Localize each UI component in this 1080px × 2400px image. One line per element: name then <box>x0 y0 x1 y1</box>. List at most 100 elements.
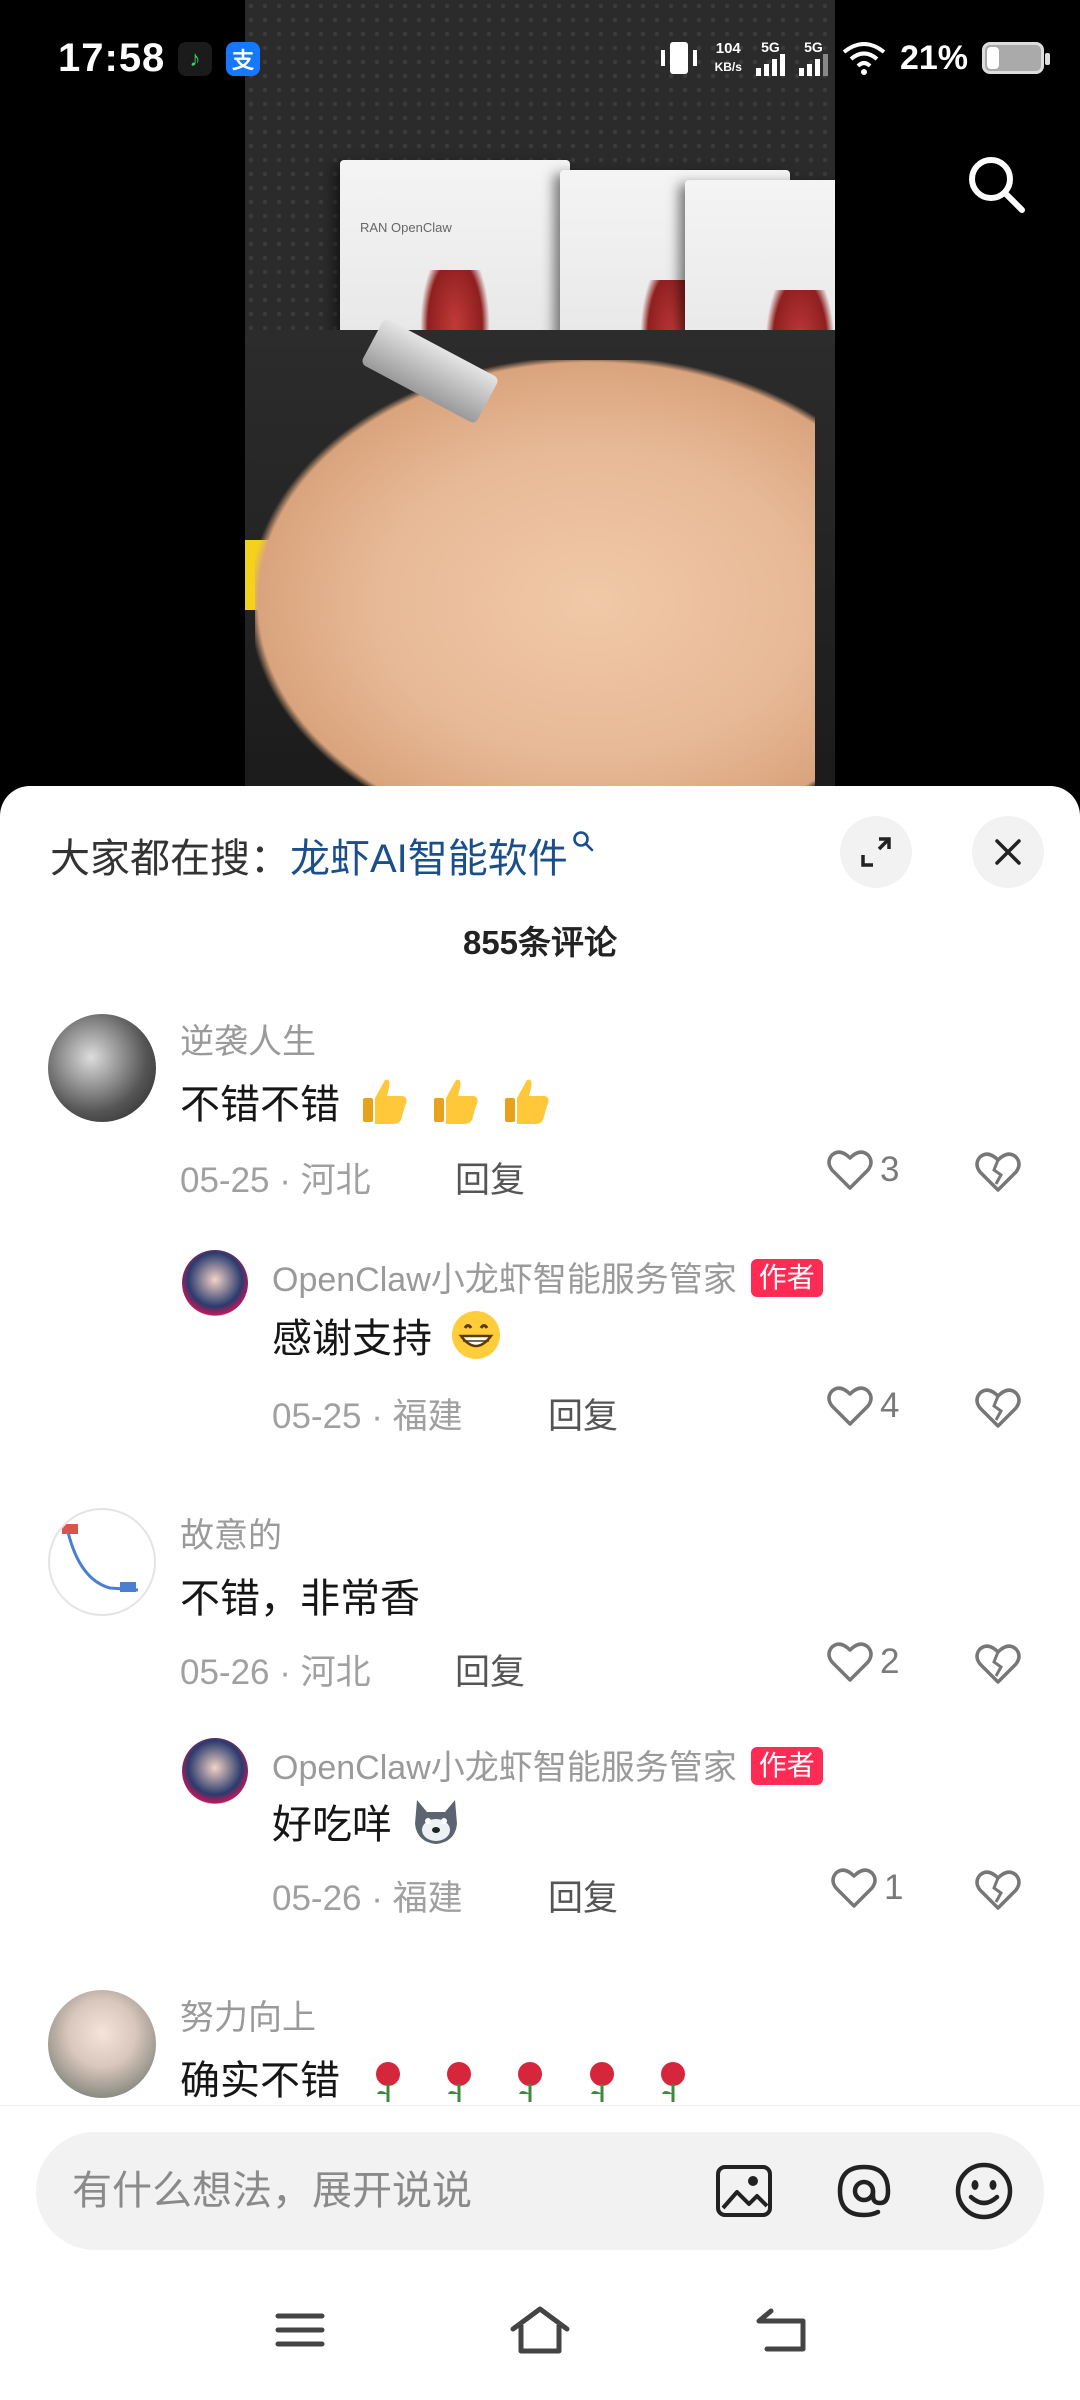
avatar[interactable] <box>48 1014 156 1122</box>
rose-emoji <box>447 2062 472 2102</box>
comment-date: 05-26 <box>180 1653 270 1692</box>
reply-username-text: OpenClaw小龙虾智能服务管家 <box>272 1261 737 1299</box>
broken-heart-icon <box>975 1388 1021 1428</box>
like-button[interactable]: 3 <box>826 1148 899 1192</box>
reply-meta: 05-26 · 福建 <box>272 1870 463 1921</box>
wifi-icon <box>842 42 886 75</box>
back-button[interactable] <box>740 2295 820 2365</box>
avatar[interactable] <box>48 1990 156 2098</box>
expand-button[interactable] <box>840 816 912 888</box>
heart-outline-icon <box>827 1386 873 1426</box>
at-icon <box>837 2164 891 2218</box>
husky-emoji <box>415 1800 458 1844</box>
thumbs-up-emoji <box>434 1079 478 1124</box>
comment-region: 河北 <box>300 1161 371 1200</box>
close-button[interactable] <box>972 816 1044 888</box>
comment-item: 努力向上 确实不错 <box>0 1990 1080 2110</box>
reply-meta: 05-25 · 福建 <box>272 1388 463 1439</box>
video-player[interactable]: RAN OpenClaw <box>0 0 1080 800</box>
like-button[interactable]: 2 <box>826 1640 899 1684</box>
network-speed-value: 104 <box>715 40 741 57</box>
signal-label: 5G <box>804 39 823 55</box>
heart-outline-icon <box>831 1868 877 1908</box>
reply-region: 福建 <box>392 1397 463 1436</box>
broken-heart-icon <box>975 1870 1021 1910</box>
comment-meta: 05-25 · 河北 <box>180 1152 371 1203</box>
reply-avatar[interactable] <box>182 1738 248 1804</box>
reply-username[interactable]: OpenClaw小龙虾智能服务管家 作者 <box>272 1252 823 1301</box>
dislike-button[interactable] <box>974 1386 1022 1435</box>
comment-text: 不错不错 <box>180 1072 553 1130</box>
reply-button[interactable]: 回复 <box>548 1388 618 1439</box>
reply-button[interactable]: 回复 <box>455 1152 525 1203</box>
search-mini-icon <box>572 831 594 852</box>
search-button[interactable] <box>960 148 1032 220</box>
comment-meta: 05-26 · 河北 <box>180 1644 371 1695</box>
thumbs-up-emoji <box>505 1079 549 1124</box>
like-button[interactable]: 4 <box>826 1384 899 1428</box>
meta-separator: · <box>279 1161 291 1200</box>
emoji-button[interactable] <box>954 2161 1014 2221</box>
reply-text: 感谢支持 <box>272 1306 503 1364</box>
rose-emoji <box>376 2062 401 2102</box>
reply-username[interactable]: OpenClaw小龙虾智能服务管家 作者 <box>272 1740 823 1789</box>
menu-button[interactable] <box>260 2295 340 2365</box>
broken-heart-icon <box>975 1152 1021 1192</box>
reply-button[interactable]: 回复 <box>455 1644 525 1695</box>
comment-username[interactable]: 逆袭人生 <box>180 1014 316 1063</box>
reply-date: 05-26 <box>272 1879 362 1918</box>
reply-region: 福建 <box>392 1879 463 1918</box>
signal-sim2: 5G <box>798 39 828 76</box>
map-avatar-graphic <box>62 1524 139 1592</box>
author-badge: 作者 <box>750 1259 823 1297</box>
reply-avatar[interactable] <box>182 1250 248 1316</box>
reply-text: 好吃咩 <box>272 1792 463 1850</box>
dislike-button[interactable] <box>974 1642 1022 1691</box>
rose-emoji <box>660 2062 685 2102</box>
mention-button[interactable] <box>834 2161 894 2221</box>
grin-emoji <box>452 1311 501 1359</box>
thumbs-up-emoji <box>363 1079 407 1124</box>
back-icon <box>756 2308 806 2352</box>
comment-region: 河北 <box>300 1653 371 1692</box>
comment-input-container[interactable] <box>36 2132 1044 2250</box>
battery-percent: 21% <box>899 38 968 77</box>
hand <box>255 360 815 800</box>
home-button[interactable] <box>500 2295 580 2365</box>
comment-text: 确实不错 <box>180 2048 696 2106</box>
menu-icon <box>275 2313 325 2347</box>
meta-separator: · <box>279 1653 291 1692</box>
reply-text-content: 好吃咩 <box>272 1803 392 1847</box>
reply-username-text: OpenClaw小龙虾智能服务管家 <box>272 1749 737 1787</box>
reply-text-content: 感谢支持 <box>272 1317 432 1361</box>
reply-date: 05-25 <box>272 1397 362 1436</box>
image-button[interactable] <box>714 2161 774 2221</box>
system-nav-bar <box>0 2260 1080 2400</box>
signal-sim1: 5G <box>755 40 785 76</box>
image-icon <box>716 2165 772 2217</box>
like-count: 4 <box>880 1386 900 1425</box>
heart-outline-icon <box>827 1150 873 1190</box>
reply-button[interactable]: 回复 <box>548 1870 618 1921</box>
comment-item: 故意的 不错，非常香 05-26 · 河北 回复 2 OpenClaw小龙虾智能… <box>0 1508 1080 1978</box>
broken-heart-icon <box>975 1644 1021 1684</box>
comment-item: 逆袭人生 不错不错 05-25 · 河北 回复 3 OpenClaw小龙虾智能服… <box>0 1014 1080 1484</box>
dislike-button[interactable] <box>974 1150 1022 1199</box>
network-speed-unit: KB/s <box>714 60 742 74</box>
comment-text-content: 确实不错 <box>180 2059 340 2103</box>
signal-bars-icon <box>755 54 785 76</box>
like-count: 3 <box>880 1150 900 1189</box>
like-button[interactable]: 1 <box>830 1866 903 1910</box>
comment-input[interactable] <box>72 2132 692 2250</box>
comment-username[interactable]: 努力向上 <box>180 1990 316 2039</box>
smiley-icon <box>955 2162 1013 2220</box>
avatar[interactable] <box>48 1508 156 1616</box>
battery-fill <box>987 47 999 69</box>
dislike-button[interactable] <box>974 1868 1022 1917</box>
search-suggestion[interactable]: 大家都在搜：龙虾AI智能软件 <box>50 826 594 884</box>
search-suggestion-keyword[interactable]: 龙虾AI智能软件 <box>290 837 568 881</box>
comment-username[interactable]: 故意的 <box>180 1508 282 1557</box>
status-indicators: 104 KB/s 5G 5G 21% <box>657 30 1050 86</box>
vibrate-icon <box>660 42 697 74</box>
expand-icon <box>861 837 891 867</box>
